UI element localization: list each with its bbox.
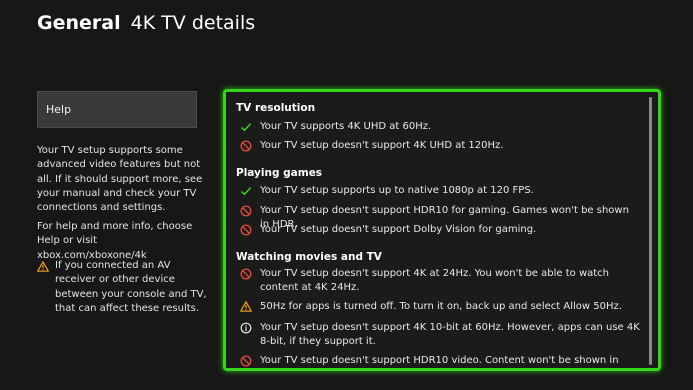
help-button[interactable]: Help [37,91,197,128]
feature-item-text: Your TV setup doesn't support 4K at 24Hz… [260,268,610,293]
feature-item: 50Hz for apps is turned off. To turn it … [240,300,640,314]
page-title: 4K TV details [130,12,256,34]
not-supported-icon [240,205,260,217]
scrollbar[interactable] [649,97,652,365]
feature-item-text: 50Hz for apps is turned off. To turn it … [260,301,622,312]
setup-summary-text: Your TV setup supports some advanced vid… [37,145,203,214]
warning-icon [37,261,55,316]
feature-item-text: Your TV setup doesn't support Dolby Visi… [260,224,537,235]
feature-item-text: Your TV supports 4K UHD at 60Hz. [260,121,432,132]
help-info-text: For help and more info, choose Help or v… [37,221,193,261]
av-receiver-warning-text: If you connected an AV receiver or other… [55,260,207,314]
help-button-label: Help [46,103,72,116]
feature-item: Your TV setup doesn't support 4K 10-bit … [240,321,640,349]
not-supported-icon [240,268,260,280]
section-title-watching-movies: Watching movies and TV [236,251,382,263]
sidebar: Help Your TV setup supports some advance… [37,91,207,314]
feature-item-text: Your TV setup doesn't support HDR10 vide… [260,355,619,366]
warning-icon [240,301,260,313]
page-header: General 4K TV details [37,12,255,34]
not-supported-icon [240,224,260,236]
feature-item: Your TV setup doesn't support 4K at 24Hz… [240,267,640,295]
av-receiver-warning: If you connected an AV receiver or other… [37,259,207,316]
feature-item: Your TV supports 4K UHD at 60Hz. [240,120,640,134]
feature-item: Your TV setup doesn't support Dolby Visi… [240,223,640,237]
section-title-playing-games: Playing games [236,167,323,179]
not-supported-icon [240,355,260,367]
info-icon [240,322,260,334]
feature-item-text: Your TV setup supports up to native 1080… [260,185,534,196]
section-title-tv-resolution: TV resolution [236,102,316,114]
feature-item-text: Your TV setup doesn't support 4K 10-bit … [260,322,640,347]
feature-item-text: Your TV setup doesn't support 4K UHD at … [260,140,504,151]
feature-item: Your TV setup doesn't support HDR10 vide… [240,354,640,368]
feature-item: Your TV setup doesn't support 4K UHD at … [240,139,640,153]
feature-item: Your TV setup supports up to native 1080… [240,184,640,198]
not-supported-icon [240,140,260,152]
header-section: General [37,12,121,34]
check-icon [240,121,260,133]
tv-details-panel[interactable]: TV resolution Your TV supports 4K UHD at… [223,89,661,371]
check-icon [240,185,260,197]
